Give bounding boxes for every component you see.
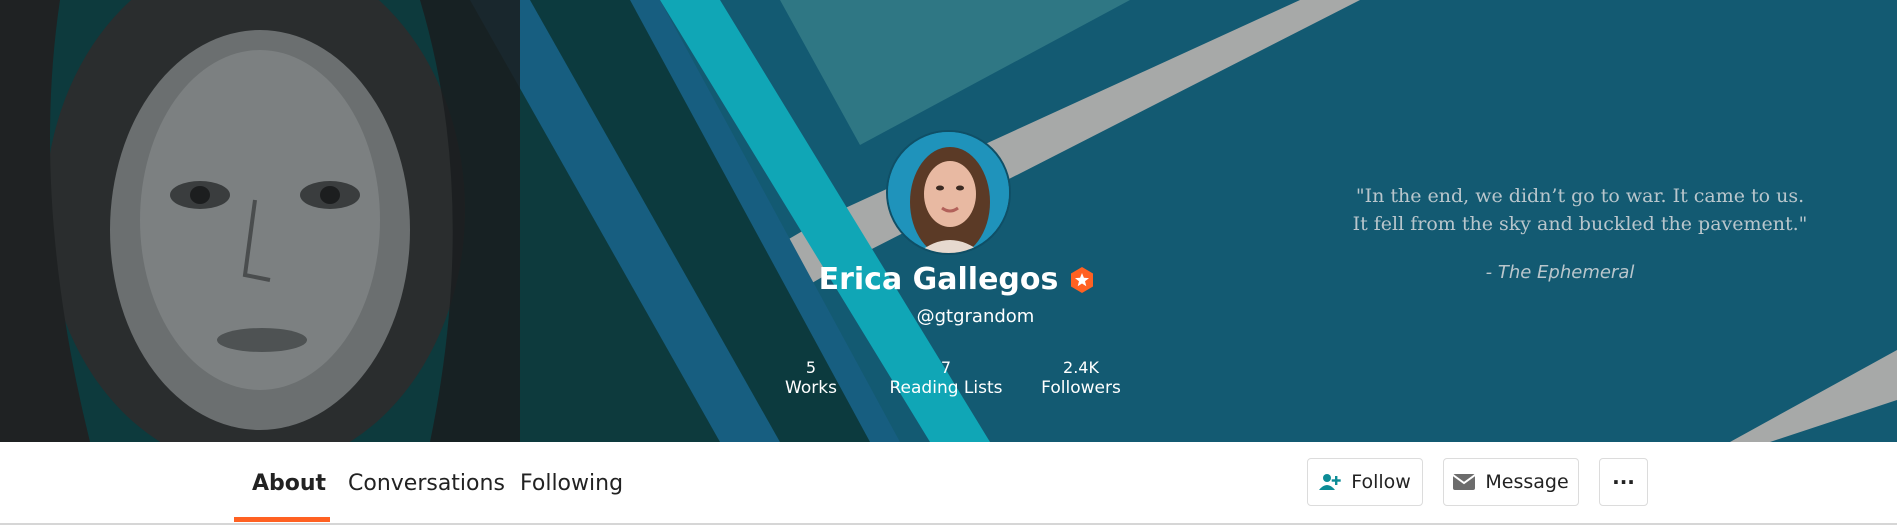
profile-name: Erica Gallegos: [818, 262, 1059, 297]
tab-conversations[interactable]: Conversations: [348, 442, 505, 523]
envelope-icon: [1453, 474, 1476, 490]
tab-about[interactable]: About: [252, 442, 326, 523]
stat-works-label: Works: [785, 378, 837, 398]
banner-quote-line-2: It fell from the sky and buckled the pav…: [1352, 213, 1808, 235]
banner-quote: "In the end, we didn’t go to war. It cam…: [1320, 182, 1840, 238]
stat-works-value: 5: [805, 358, 817, 377]
add-user-icon: [1319, 473, 1341, 491]
follow-button-label: Follow: [1351, 471, 1411, 493]
active-tab-indicator: [234, 517, 330, 522]
profile-handle-row: @gtgrandom: [0, 306, 1897, 327]
message-button[interactable]: Message: [1443, 458, 1579, 506]
stat-followers[interactable]: 2.4K Followers: [1032, 358, 1130, 398]
tab-following[interactable]: Following: [520, 442, 623, 523]
banner-quote-line-1: "In the end, we didn’t go to war. It cam…: [1355, 185, 1805, 207]
follow-button[interactable]: Follow: [1307, 458, 1423, 506]
avatar[interactable]: [886, 130, 1011, 255]
banner-quote-attribution: - The Ephemeral: [1485, 262, 1635, 283]
more-options-button[interactable]: ···: [1599, 458, 1648, 506]
message-button-label: Message: [1485, 471, 1569, 493]
stat-reading-lists-label: Reading Lists: [889, 378, 1003, 398]
avatar-image: [888, 132, 1009, 253]
profile-nav-bar: About Conversations Following Follow Mes…: [0, 442, 1897, 525]
stat-reading-lists-value: 7: [940, 358, 952, 377]
profile-handle: @gtgrandom: [916, 306, 1035, 327]
star-badge-icon: [1068, 266, 1096, 294]
stat-works[interactable]: 5 Works: [770, 358, 852, 398]
profile-banner: Erica Gallegos @gtgrandom 5 Works 7 Read…: [0, 0, 1897, 442]
stat-reading-lists[interactable]: 7 Reading Lists: [886, 358, 1006, 398]
ellipsis-icon: ···: [1612, 470, 1635, 494]
stat-followers-value: 2.4K: [1063, 358, 1099, 377]
stat-followers-label: Followers: [1041, 378, 1121, 398]
